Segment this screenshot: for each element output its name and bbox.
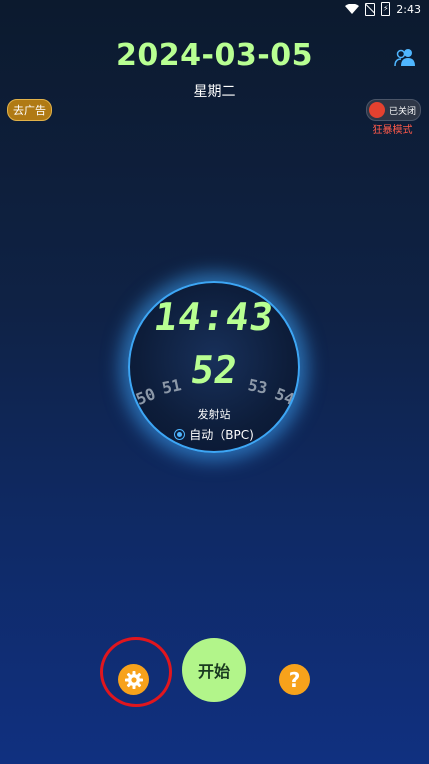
clock-time: 14:43	[151, 295, 277, 339]
clock-second: 52	[188, 348, 240, 392]
status-bar: ⚡ 2:43	[0, 0, 429, 18]
gear-icon	[124, 670, 143, 689]
help-button[interactable]: ?	[279, 664, 310, 695]
question-icon: ?	[288, 667, 301, 692]
start-button[interactable]: 开始	[182, 638, 246, 702]
toggle-state-label: 已关闭	[389, 106, 417, 117]
settings-button[interactable]	[118, 664, 149, 695]
toggle-knob	[369, 102, 385, 118]
neighbor-second: 51	[160, 375, 184, 398]
station-title: 发射站	[197, 408, 231, 421]
date-display: 2024-03-05	[116, 38, 313, 73]
users-icon[interactable]	[393, 46, 417, 70]
status-time: 2:43	[396, 2, 421, 16]
battery-icon: ⚡	[381, 2, 391, 16]
sim-icon	[365, 2, 376, 16]
station-selector[interactable]: 自动（BPC)	[130, 426, 298, 443]
radio-selected-icon[interactable]	[174, 429, 186, 440]
status-icons: ⚡ 2:43	[345, 2, 421, 16]
clock-dial: 14:43 52 50 51 53 54 发射站 自动（BPC)	[128, 281, 300, 453]
remove-ads-button[interactable]: 去广告	[7, 99, 52, 121]
station-value: 自动（BPC)	[189, 428, 254, 442]
weekday-label: 星期二	[193, 84, 236, 100]
frenzy-mode-label: 狂暴模式	[372, 125, 413, 136]
frenzy-mode-toggle[interactable]: 已关闭	[366, 99, 421, 121]
wifi-icon	[345, 4, 360, 14]
neighbor-second: 53	[246, 375, 270, 398]
